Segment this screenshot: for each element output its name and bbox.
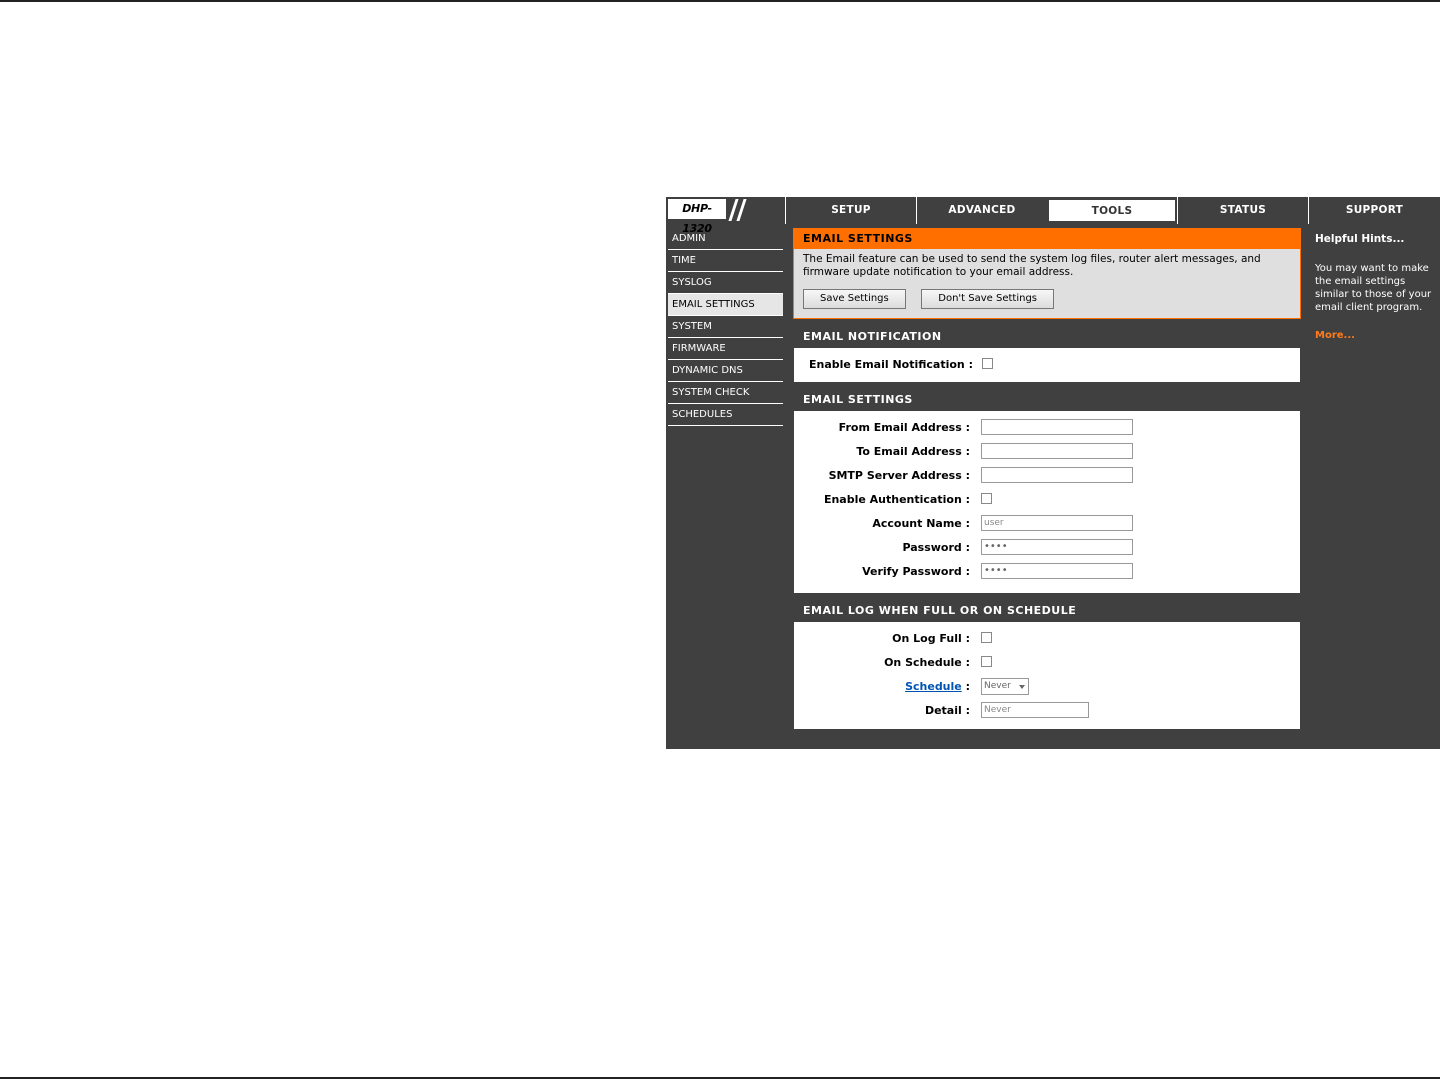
from-email-label: From Email Address : <box>838 421 970 434</box>
email-notification-title: EMAIL NOTIFICATION <box>794 326 1300 348</box>
router-ui-frame: DHP-1320 SETUP ADVANCED TOOLS STATUS SUP… <box>666 197 1440 749</box>
account-name-input[interactable]: user <box>981 515 1133 531</box>
verify-password-row: Verify Password : •••• <box>794 559 1300 583</box>
schedule-link[interactable]: Schedule <box>905 680 962 693</box>
hints-title: Helpful Hints... <box>1315 233 1405 245</box>
email-log-section: EMAIL LOG WHEN FULL OR ON SCHEDULE On Lo… <box>793 599 1301 730</box>
detail-control: Never <box>981 702 1089 718</box>
hints-more-link[interactable]: More... <box>1308 314 1440 341</box>
on-log-full-control <box>981 630 992 643</box>
hints-text: You may want to make the email settings … <box>1315 263 1432 313</box>
verify-password-input[interactable]: •••• <box>981 563 1133 579</box>
sidebar-item-firmware[interactable]: FIRMWARE <box>668 338 783 360</box>
email-notification-section: EMAIL NOTIFICATION Enable Email Notifica… <box>793 325 1301 383</box>
enable-notification-checkbox[interactable] <box>982 358 993 369</box>
sidebar-item-syslog[interactable]: SYSLOG <box>668 272 783 294</box>
schedule-control: Never <box>981 678 1029 695</box>
email-log-title: EMAIL LOG WHEN FULL OR ON SCHEDULE <box>794 600 1300 622</box>
dont-save-settings-button[interactable]: Don't Save Settings <box>921 289 1054 309</box>
intro-title: EMAIL SETTINGS <box>794 229 1300 249</box>
sidebar-item-system[interactable]: SYSTEM <box>668 316 783 338</box>
on-schedule-row: On Schedule : <box>794 650 1300 674</box>
schedule-row: Schedule : Never <box>794 674 1300 698</box>
detail-row: Detail : Never <box>794 698 1300 722</box>
enable-notification-control <box>982 356 993 369</box>
main-content: EMAIL SETTINGS The Email feature can be … <box>793 228 1301 735</box>
bottom-rule <box>0 1077 1440 1079</box>
sidebar-item-admin[interactable]: ADMIN <box>668 228 783 250</box>
logo-area: DHP-1320 <box>666 197 784 235</box>
enable-notification-row: Enable Email Notification : <box>794 348 1300 382</box>
tab-setup[interactable]: SETUP <box>785 197 916 224</box>
from-email-input[interactable] <box>981 419 1133 435</box>
tab-advanced[interactable]: ADVANCED <box>916 197 1047 224</box>
enable-auth-control <box>981 491 992 504</box>
enable-auth-checkbox[interactable] <box>981 493 992 504</box>
account-name-row: Account Name : user <box>794 511 1300 535</box>
password-control: •••• <box>981 539 1133 555</box>
account-name-control: user <box>981 515 1133 531</box>
email-settings-section: EMAIL SETTINGS From Email Address : To E… <box>793 388 1301 594</box>
smtp-server-input[interactable] <box>981 467 1133 483</box>
on-schedule-checkbox[interactable] <box>981 656 992 667</box>
to-email-control <box>981 443 1133 459</box>
sidebar-item-dynamic-dns[interactable]: DYNAMIC DNS <box>668 360 783 382</box>
to-email-row: To Email Address : <box>794 439 1300 463</box>
tab-tools[interactable]: TOOLS <box>1047 198 1177 223</box>
enable-notification-label: Enable Email Notification : <box>808 358 973 371</box>
smtp-server-label: SMTP Server Address : <box>828 469 970 482</box>
verify-password-control: •••• <box>981 563 1133 579</box>
on-schedule-label: On Schedule : <box>884 656 970 669</box>
enable-auth-row: Enable Authentication : <box>794 487 1300 511</box>
account-name-label: Account Name : <box>872 517 970 530</box>
intro-buttons: Save Settings Don't Save Settings <box>794 279 1300 318</box>
on-schedule-control <box>981 654 992 667</box>
password-label: Password : <box>902 541 970 554</box>
smtp-server-control <box>981 467 1133 483</box>
on-log-full-row: On Log Full : <box>794 626 1300 650</box>
helpful-hints-panel: Helpful Hints... You may want to make th… <box>1308 228 1440 341</box>
on-log-full-label: On Log Full : <box>892 632 970 645</box>
detail-label: Detail : <box>924 704 970 717</box>
schedule-select[interactable]: Never <box>981 678 1029 695</box>
password-input[interactable]: •••• <box>981 539 1133 555</box>
email-settings-title: EMAIL SETTINGS <box>794 389 1300 411</box>
to-email-input[interactable] <box>981 443 1133 459</box>
model-logo: DHP-1320 <box>668 199 726 235</box>
on-log-full-checkbox[interactable] <box>981 632 992 643</box>
schedule-colon: : <box>965 680 970 693</box>
sidebar-item-schedules[interactable]: SCHEDULES <box>668 404 783 426</box>
sidebar-item-time[interactable]: TIME <box>668 250 783 272</box>
to-email-label: To Email Address : <box>856 445 970 458</box>
from-email-row: From Email Address : <box>794 415 1300 439</box>
intro-description: The Email feature can be used to send th… <box>803 253 1261 278</box>
logo-slash-2 <box>736 199 747 221</box>
sidebar-menu: ADMIN TIME SYSLOG EMAIL SETTINGS SYSTEM … <box>668 228 783 426</box>
sidebar-item-system-check[interactable]: SYSTEM CHECK <box>668 382 783 404</box>
save-settings-button[interactable]: Save Settings <box>803 289 906 309</box>
smtp-server-row: SMTP Server Address : <box>794 463 1300 487</box>
tab-support[interactable]: SUPPORT <box>1308 197 1440 224</box>
chevron-down-icon <box>1019 685 1025 689</box>
schedule-select-value: Never <box>984 681 1011 691</box>
tab-status[interactable]: STATUS <box>1177 197 1308 224</box>
intro-section: EMAIL SETTINGS The Email feature can be … <box>793 228 1301 319</box>
schedule-label: Schedule : <box>905 680 970 693</box>
enable-auth-label: Enable Authentication : <box>823 493 970 506</box>
top-rule <box>0 0 1440 2</box>
detail-input[interactable]: Never <box>981 702 1089 718</box>
password-row: Password : •••• <box>794 535 1300 559</box>
verify-password-label: Verify Password : <box>862 565 970 578</box>
sidebar-item-email-settings[interactable]: EMAIL SETTINGS <box>668 294 783 316</box>
from-email-control <box>981 419 1133 435</box>
